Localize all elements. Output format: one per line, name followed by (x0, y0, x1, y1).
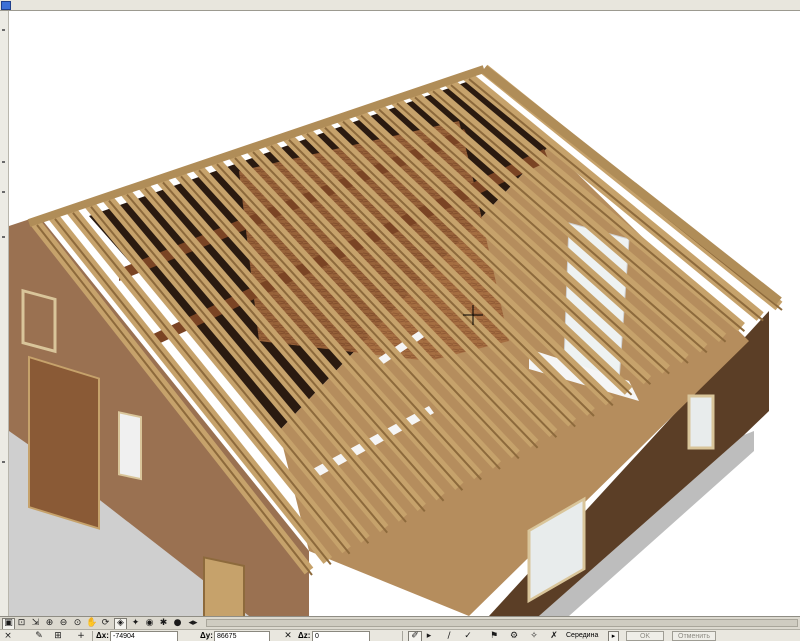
close-icon[interactable]: × (3, 631, 13, 641)
pencil-icon[interactable]: ✐ (408, 631, 422, 641)
zoom-out-icon[interactable]: ⊖ (58, 618, 69, 628)
gravity-icon[interactable]: ✧ (528, 631, 540, 641)
chevron-down-icon[interactable]: ▸ (608, 631, 619, 641)
toolbox-marker[interactable] (2, 191, 5, 193)
3d-model-render[interactable] (9, 11, 800, 616)
cancel-button[interactable]: Отменить (672, 631, 716, 641)
check-icon[interactable]: ✓ (462, 631, 474, 641)
toolbox-marker[interactable] (2, 161, 5, 163)
camera-icon[interactable]: ◉ (144, 618, 155, 628)
archicad-window: ▣ ⊡ ⇲ ⊕ ⊖ ⊙ ✋ ⟳ ◈ ✦ ◉ ✱ ● ◂▸ × ✎ ⊞ + Δx:… (0, 0, 800, 641)
snap-mode-select[interactable]: Середина (566, 631, 598, 641)
gear-icon[interactable]: ✱ (158, 618, 169, 628)
snap-settings-icon[interactable]: ⚙ (508, 631, 520, 641)
plus-icon[interactable]: + (76, 631, 86, 641)
toolbox-marker[interactable] (2, 29, 5, 31)
zoom-in-icon[interactable]: ⊕ (44, 618, 55, 628)
ok-button[interactable]: OK (626, 631, 664, 641)
app-icon[interactable] (1, 1, 11, 10)
zoom-window-icon[interactable]: ⊡ (16, 618, 27, 628)
dz-input[interactable]: 0 (312, 631, 370, 641)
wall-window (687, 394, 715, 450)
dy-input[interactable]: 86675 (214, 631, 270, 641)
dz-field: Δz: 0 (298, 630, 372, 641)
pointer-icon[interactable]: ▸ (424, 631, 434, 641)
zoom-fit-icon[interactable]: ⇲ (30, 618, 41, 628)
toolbox-marker[interactable] (2, 461, 5, 463)
toolbox-marker[interactable] (2, 236, 5, 238)
zoom-back-icon[interactable]: ⊙ (72, 618, 83, 628)
explore-icon[interactable]: ✦ (130, 618, 141, 628)
coordinate-bar: × ✎ ⊞ + Δx: -74904 Δy: 86675 ✕ Δz: 0 ✐ ▸… (0, 629, 800, 641)
dy-field: Δy: 86675 (200, 630, 272, 641)
magic-wand-icon[interactable]: ✎ (33, 631, 45, 641)
wall-window (118, 411, 142, 481)
pan-icon[interactable]: ✋ (86, 618, 97, 628)
entry-door (203, 556, 245, 616)
guide-icon[interactable]: ⚑ (488, 631, 500, 641)
dx-input[interactable]: -74904 (110, 631, 178, 641)
grid-icon[interactable]: ⊞ (52, 631, 64, 641)
dy-label: Δy: (200, 631, 213, 640)
line-icon[interactable]: / (444, 631, 454, 641)
dz-label: Δz: (298, 631, 311, 640)
left-toolbox-strip (0, 11, 9, 616)
cancel-snap-icon[interactable]: ✗ (548, 631, 560, 641)
lock-angle-icon[interactable]: ✕ (282, 631, 294, 641)
view-toolbar: ▣ ⊡ ⇲ ⊕ ⊖ ⊙ ✋ ⟳ ◈ ✦ ◉ ✱ ● ◂▸ (0, 616, 800, 630)
zoom-dropdown-icon[interactable]: ◂▸ (184, 618, 202, 628)
dx-field: Δx: -74904 (96, 630, 182, 641)
3d-viewport[interactable] (9, 11, 800, 616)
horizontal-scrollbar[interactable] (206, 619, 798, 627)
wall-window (21, 288, 57, 354)
zoom-slider-icon[interactable]: ● (172, 618, 183, 628)
garage-door (28, 355, 100, 530)
orbit-icon[interactable]: ⟳ (100, 618, 111, 628)
dx-label: Δx: (96, 631, 109, 640)
window-titlebar (0, 0, 800, 11)
